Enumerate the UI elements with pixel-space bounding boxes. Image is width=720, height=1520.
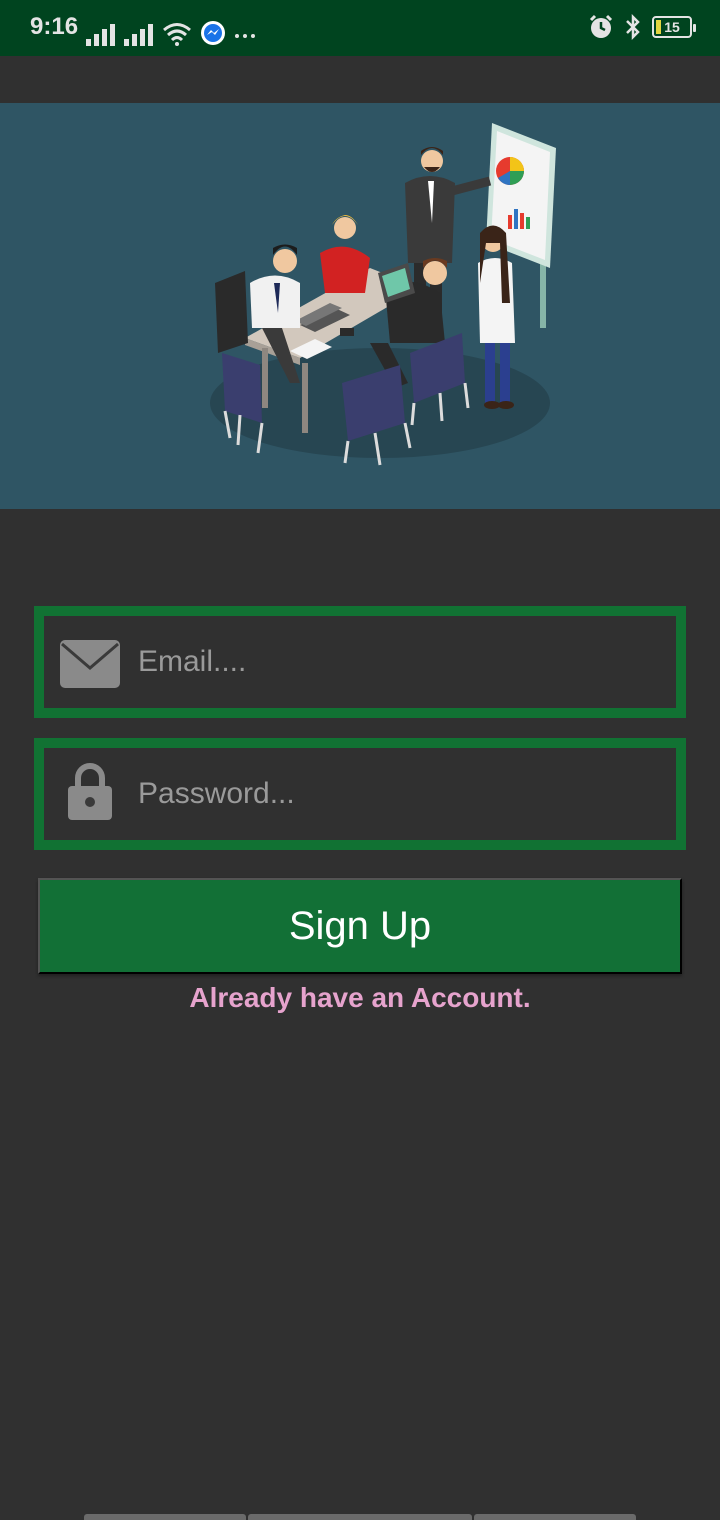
mail-icon	[60, 640, 120, 688]
nav-segment	[474, 1514, 636, 1520]
battery-icon: 15	[652, 16, 696, 38]
already-have-account-link[interactable]: Already have an Account.	[0, 982, 720, 1014]
hero-illustration	[0, 103, 720, 509]
nav-segment	[248, 1514, 472, 1520]
sign-up-button[interactable]: Sign Up	[38, 878, 682, 974]
lock-icon	[68, 763, 112, 820]
email-field[interactable]	[34, 606, 686, 718]
wifi-icon	[163, 23, 191, 46]
status-right-icons: 15	[588, 14, 696, 40]
status-time: 9:16	[30, 13, 79, 40]
status-left-icons	[86, 16, 256, 46]
messenger-icon	[201, 21, 225, 45]
nav-segment	[84, 1514, 246, 1520]
signal-icon	[86, 24, 115, 46]
alarm-icon	[589, 14, 613, 38]
app-bar	[0, 56, 720, 103]
battery-level: 15	[664, 19, 680, 35]
meeting-illustration	[210, 123, 556, 466]
status-bar: 9:16 15	[0, 0, 720, 56]
password-input[interactable]	[138, 758, 658, 830]
woman-red-person	[320, 215, 370, 293]
more-icon	[235, 34, 255, 38]
password-field[interactable]	[34, 738, 686, 850]
navigation-bar	[0, 1512, 720, 1520]
email-input[interactable]	[138, 626, 658, 698]
bluetooth-icon	[626, 14, 640, 40]
signal-icon	[124, 24, 153, 46]
chair-icon	[215, 271, 248, 353]
